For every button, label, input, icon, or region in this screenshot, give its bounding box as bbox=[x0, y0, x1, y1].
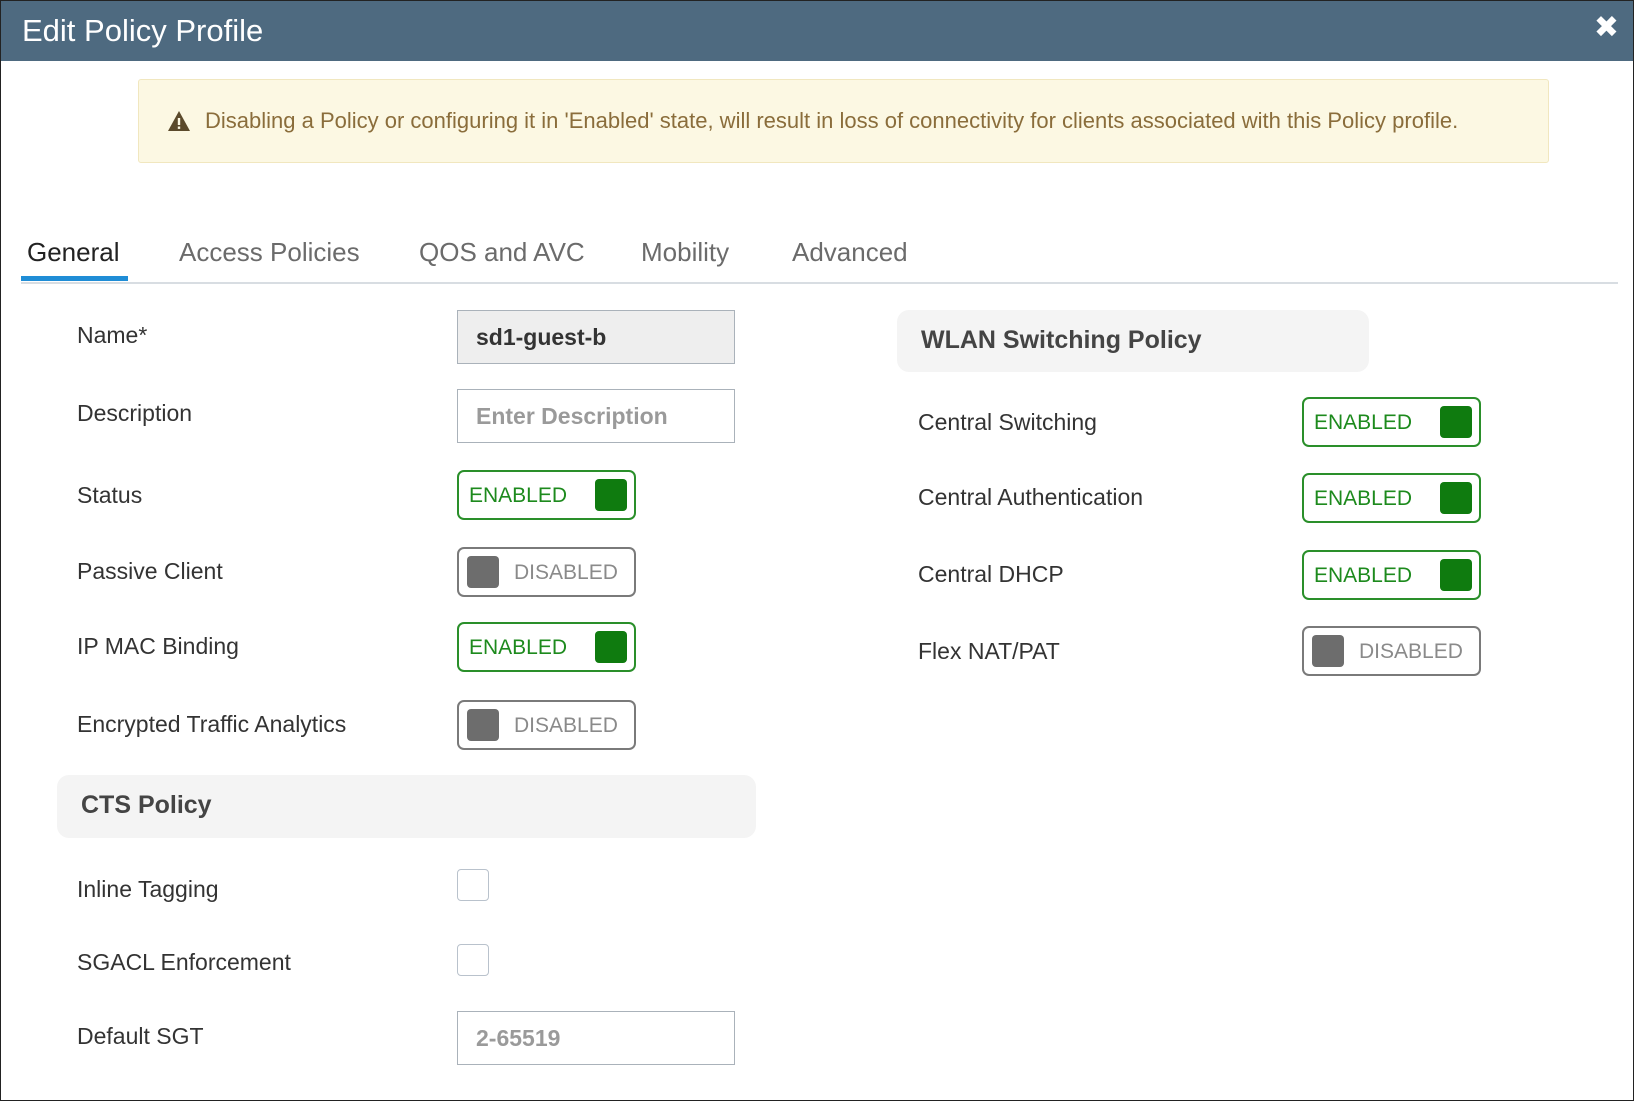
edit-policy-profile-dialog: Edit Policy Profile ✖ Disabling a Policy… bbox=[0, 0, 1634, 1101]
central-switching-toggle[interactable]: ENABLED bbox=[1302, 397, 1481, 447]
dialog-title-bar: Edit Policy Profile ✖ bbox=[1, 1, 1633, 61]
toggle-knob bbox=[1440, 406, 1472, 438]
ip-mac-binding-label: IP MAC Binding bbox=[77, 633, 239, 659]
toggle-knob bbox=[467, 709, 499, 741]
tab-mobility[interactable]: Mobility bbox=[641, 237, 729, 268]
tab-general[interactable]: General bbox=[27, 237, 120, 268]
central-dhcp-label: Central DHCP bbox=[918, 561, 1064, 587]
default-sgt-field[interactable] bbox=[457, 1011, 735, 1065]
toggle-knob bbox=[467, 556, 499, 588]
central-dhcp-toggle[interactable]: ENABLED bbox=[1302, 550, 1481, 600]
sgacl-enforcement-checkbox[interactable] bbox=[457, 944, 489, 976]
status-toggle-text: ENABLED bbox=[469, 484, 568, 507]
name-label: Name* bbox=[77, 322, 148, 348]
central-switching-toggle-text: ENABLED bbox=[1314, 411, 1413, 434]
name-field[interactable] bbox=[457, 310, 735, 364]
ip-mac-binding-toggle-text: ENABLED bbox=[469, 636, 568, 659]
central-authentication-toggle-text: ENABLED bbox=[1314, 487, 1413, 510]
status-label: Status bbox=[77, 482, 143, 508]
passive-client-toggle[interactable]: DISABLED bbox=[457, 547, 636, 597]
central-authentication-toggle[interactable]: ENABLED bbox=[1302, 473, 1481, 523]
close-icon[interactable]: ✖ bbox=[1594, 13, 1619, 43]
warning-triangle-icon bbox=[168, 111, 190, 131]
cts-policy-title: CTS Policy bbox=[81, 791, 212, 819]
central-dhcp-toggle-text: ENABLED bbox=[1314, 564, 1413, 587]
tab-advanced[interactable]: Advanced bbox=[792, 237, 908, 268]
passive-client-label: Passive Client bbox=[77, 558, 223, 584]
tab-access-policies[interactable]: Access Policies bbox=[179, 237, 360, 268]
active-tab-indicator bbox=[21, 276, 128, 281]
encrypted-traffic-analytics-label: Encrypted Traffic Analytics bbox=[77, 711, 347, 737]
toggle-knob bbox=[1440, 559, 1472, 591]
inline-tagging-checkbox[interactable] bbox=[457, 869, 489, 901]
toggle-knob bbox=[1440, 482, 1472, 514]
toggle-knob bbox=[595, 479, 627, 511]
tab-qos-and-avc[interactable]: QOS and AVC bbox=[419, 237, 585, 268]
ip-mac-binding-toggle[interactable]: ENABLED bbox=[457, 622, 636, 672]
toggle-knob bbox=[1312, 635, 1344, 667]
toggle-knob bbox=[595, 631, 627, 663]
flex-nat-pat-toggle[interactable]: DISABLED bbox=[1302, 626, 1481, 676]
default-sgt-label: Default SGT bbox=[77, 1023, 204, 1049]
sgacl-enforcement-label: SGACL Enforcement bbox=[77, 949, 291, 975]
central-switching-label: Central Switching bbox=[918, 409, 1097, 435]
encrypted-traffic-analytics-toggle[interactable]: DISABLED bbox=[457, 700, 636, 750]
status-toggle[interactable]: ENABLED bbox=[457, 470, 636, 520]
tab-bar: General Access Policies QOS and AVC Mobi… bbox=[21, 223, 1618, 284]
warning-text: Disabling a Policy or configuring it in … bbox=[205, 108, 1459, 133]
inline-tagging-label: Inline Tagging bbox=[77, 876, 219, 902]
flex-nat-pat-label: Flex NAT/PAT bbox=[918, 638, 1060, 664]
description-field[interactable] bbox=[457, 389, 735, 443]
description-label: Description bbox=[77, 400, 193, 426]
warning-banner: Disabling a Policy or configuring it in … bbox=[138, 79, 1549, 163]
dialog-title: Edit Policy Profile bbox=[22, 13, 264, 48]
flex-nat-pat-toggle-text: DISABLED bbox=[1359, 640, 1463, 663]
wlan-switching-policy-title: WLAN Switching Policy bbox=[921, 326, 1202, 354]
encrypted-traffic-analytics-toggle-text: DISABLED bbox=[514, 714, 618, 737]
passive-client-toggle-text: DISABLED bbox=[514, 561, 618, 584]
central-authentication-label: Central Authentication bbox=[918, 484, 1144, 510]
